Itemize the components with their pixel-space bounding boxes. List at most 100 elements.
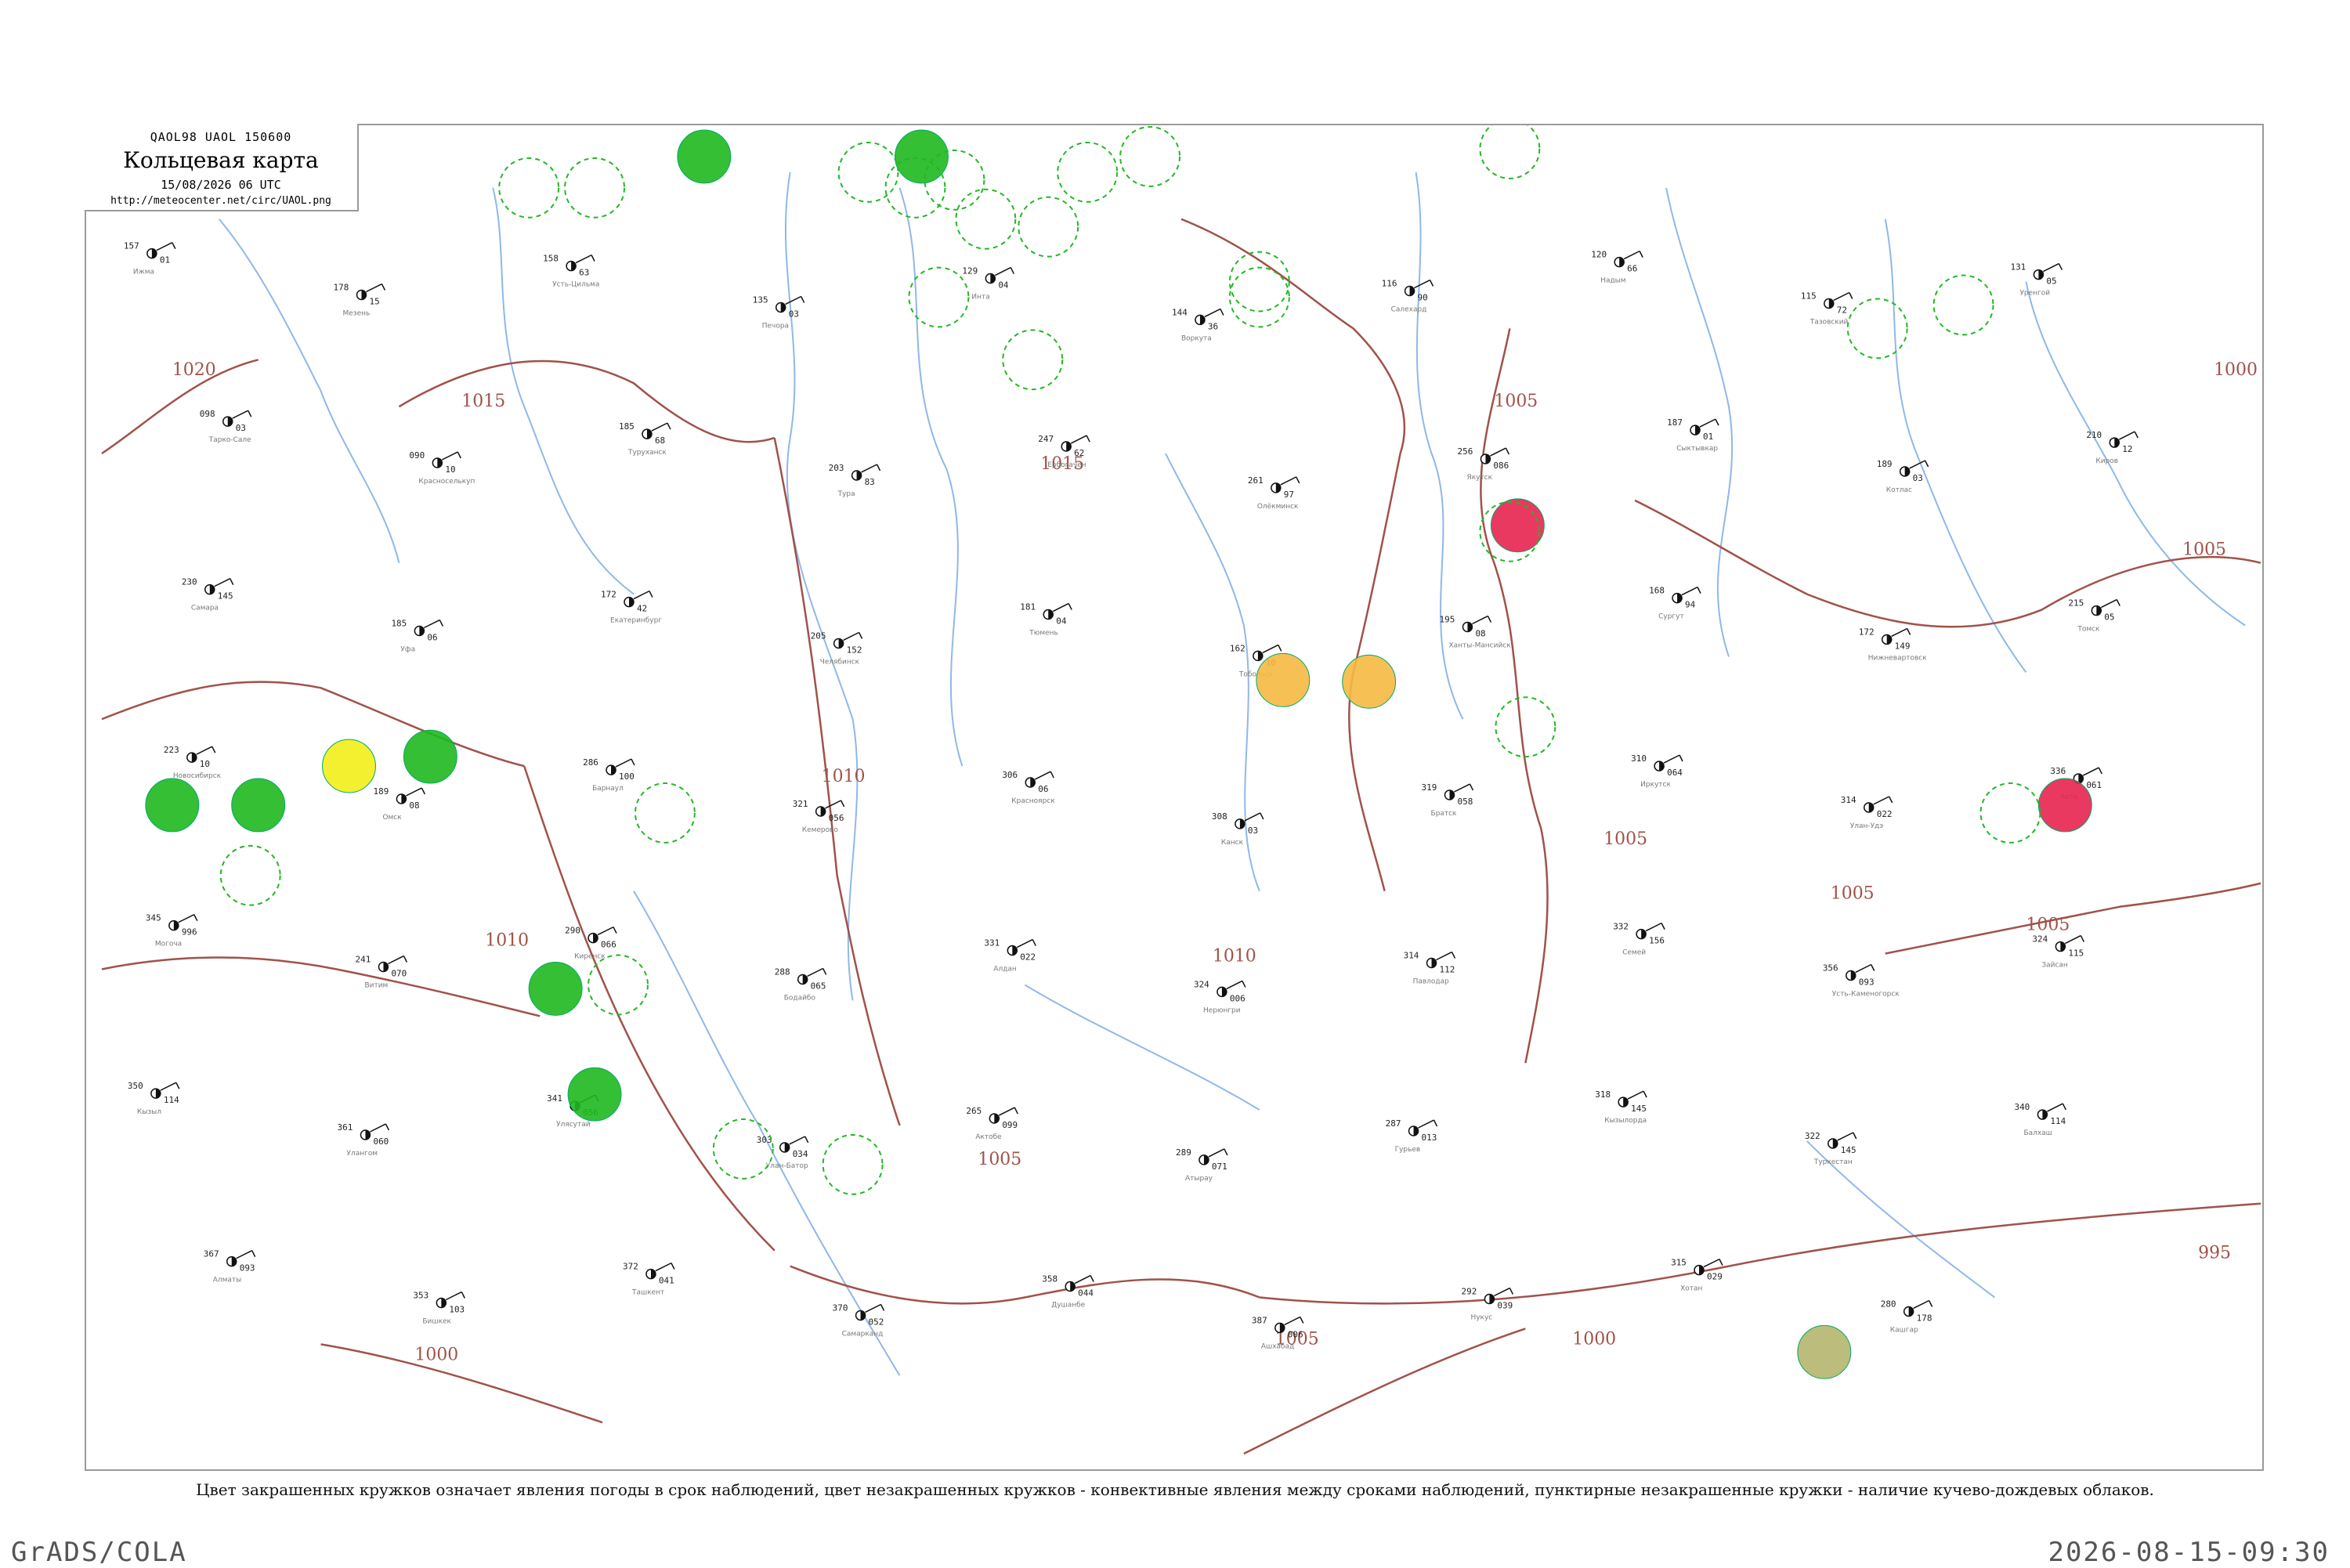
weather-circle[interactable] <box>567 1067 622 1122</box>
station-plot[interactable]: 189 08 Омск <box>373 786 426 822</box>
station-plot[interactable]: 367 093 Алматы <box>204 1249 256 1284</box>
river <box>1415 172 1464 720</box>
station-plot[interactable]: 181 04 Тюмень <box>1020 602 1072 638</box>
station-plot[interactable]: 321 056 Кемерово <box>793 799 845 834</box>
station-plot[interactable]: 144 36 Воркута <box>1172 307 1224 342</box>
weather-circle[interactable] <box>2037 778 2092 833</box>
station-plot[interactable]: 265 099Актобе <box>966 1106 1018 1141</box>
station-plot[interactable]: 308 03 Канск <box>1212 811 1264 847</box>
station-plot[interactable]: 205 152 Челябинск <box>811 630 863 666</box>
weather-circle[interactable] <box>895 129 949 184</box>
weather-circle[interactable] <box>677 129 732 184</box>
station-plot[interactable]: 287 013Гурьев <box>1386 1118 1438 1154</box>
station-plot[interactable]: 135 03Печора <box>753 294 805 330</box>
station-plot[interactable]: 372 041 Ташкент <box>623 1262 675 1297</box>
weather-circle[interactable] <box>1342 654 1397 709</box>
station-plot[interactable]: 172 149 Нижневартовск <box>1859 627 1927 662</box>
weather-circle[interactable] <box>528 962 583 1016</box>
station-plot[interactable]: 098 03 Тарко-Сале <box>200 409 252 444</box>
cb-cloud-circle[interactable] <box>1057 141 1119 203</box>
station-plot[interactable]: 116 90 Салехард <box>1382 279 1434 314</box>
cb-cloud-circle[interactable] <box>1479 125 1541 179</box>
station-plot[interactable]: 345 996Могоча <box>146 913 198 948</box>
source-url[interactable]: http://meteocenter.net/circ/UAOL.png <box>85 195 357 207</box>
station-plot[interactable]: 131 05 Уренгой <box>2010 262 2063 298</box>
station-plot[interactable]: 303034Улан-Батор <box>757 1135 809 1170</box>
station-plot[interactable]: 322 145 Туркестан <box>1805 1131 1857 1166</box>
cb-cloud-circle[interactable] <box>1495 696 1556 758</box>
station-plot[interactable]: 319 058 Братск <box>1422 782 1474 818</box>
cb-cloud-circle[interactable] <box>1119 125 1180 187</box>
station-plot[interactable]: 185 68 Туруханск <box>619 421 671 457</box>
cb-cloud-circle[interactable] <box>634 782 696 844</box>
weather-circle[interactable] <box>1797 1324 1852 1379</box>
tendency-value: 056 <box>829 813 844 823</box>
station-plot[interactable]: 178 15 Мезень <box>334 283 386 318</box>
station-plot[interactable]: 223 10 Новосибирск <box>164 745 222 780</box>
station-plot[interactable]: 306 06 Красноярск <box>1002 770 1055 805</box>
pressure-value: 131 <box>2010 262 2026 273</box>
station-plot[interactable]: 241 070Витим <box>356 955 408 990</box>
cb-cloud-circle[interactable] <box>1002 329 1064 391</box>
station-plot[interactable]: 314 022 Улан-Удэ <box>1841 795 1893 830</box>
station-plot[interactable]: 370 052 Самарканд <box>833 1302 885 1338</box>
station-plot[interactable]: 280 178 Кашгар <box>1881 1299 1933 1334</box>
station-plot[interactable]: 129 04 Инта <box>962 266 1014 302</box>
station-plot[interactable]: 356 093 Усть-Каменогорск <box>1823 963 1900 998</box>
station-plot[interactable]: 290 066 Киренск <box>565 926 617 961</box>
station-plot[interactable]: 115 72 Тазовский <box>1801 291 1853 326</box>
station-plot[interactable]: 314 112 Павлодар <box>1404 951 1456 986</box>
station-plot[interactable]: 331 022Алдан <box>984 938 1036 974</box>
station-plot[interactable]: 195 08 Ханты-Мансийск <box>1440 615 1512 650</box>
cb-cloud-circle[interactable] <box>955 188 1017 250</box>
station-plot[interactable]: 310 064 Иркутск <box>1631 753 1683 789</box>
weather-circle[interactable] <box>145 778 200 833</box>
station-plot[interactable]: 203 83 Тура <box>829 463 881 498</box>
cb-cloud-circle[interactable] <box>1846 298 1908 359</box>
station-plot[interactable]: 261 97 Олёкминск <box>1248 475 1300 511</box>
weather-circle[interactable] <box>231 778 286 833</box>
pressure-value: 356 <box>1823 963 1838 973</box>
station-plot[interactable]: 289 071 Атырау <box>1176 1147 1228 1183</box>
cb-cloud-circle[interactable] <box>219 844 281 906</box>
station-plot[interactable]: 288 065 Бодайбо <box>775 966 827 1002</box>
station-plot[interactable]: 215 05 Томск <box>2068 598 2120 634</box>
station-plot[interactable]: 210 12 Киров <box>2086 430 2138 465</box>
cb-cloud-circle[interactable] <box>564 157 626 219</box>
wind-feather-icon <box>1451 952 1456 959</box>
cb-cloud-circle[interactable] <box>588 954 649 1016</box>
cb-cloud-circle[interactable] <box>908 266 970 328</box>
cb-cloud-circle[interactable] <box>837 141 899 203</box>
wind-barb-icon <box>1454 783 1470 793</box>
cb-cloud-circle[interactable] <box>1932 274 1994 336</box>
cb-cloud-circle[interactable] <box>1018 196 1079 258</box>
cb-cloud-circle[interactable] <box>1979 782 2041 844</box>
station-plot[interactable]: 353 103 Бишкек <box>413 1291 465 1326</box>
weather-circle[interactable] <box>1256 652 1311 707</box>
station-plot[interactable]: 158 63 Усть-Цильма <box>543 254 599 289</box>
station-plot[interactable]: 090 10 Красноселькуп <box>409 450 475 486</box>
river <box>633 891 901 1376</box>
station-plot[interactable]: 172 42 Екатеринбург <box>601 590 662 625</box>
station-plot[interactable]: 324 006 Нерюнгри <box>1194 979 1246 1014</box>
station-plot[interactable]: 332 156Семей <box>1613 922 1665 957</box>
station-plot[interactable]: 318 145 Кызылорда <box>1595 1089 1647 1125</box>
weather-circle[interactable] <box>403 729 457 784</box>
cb-cloud-circle[interactable] <box>498 157 560 219</box>
station-plot[interactable]: 324 115Зайсан <box>2032 934 2084 970</box>
station-plot[interactable]: 168 94Сургут <box>1649 586 1701 621</box>
weather-circle[interactable] <box>322 739 376 793</box>
station-plot[interactable]: 286 100 Барнаул <box>583 757 635 793</box>
station-plot[interactable]: 230 145 Самара <box>182 577 234 612</box>
cb-cloud-circle[interactable] <box>1228 266 1290 328</box>
cb-cloud-circle[interactable] <box>822 1133 884 1195</box>
station-plot[interactable]: 185 06 Уфа <box>391 619 444 654</box>
cb-cloud-circle[interactable] <box>712 1118 774 1180</box>
station-plot[interactable]: 157 01 Ижма <box>124 241 176 276</box>
station-plot[interactable]: 361 060 Улангом <box>338 1122 390 1158</box>
station-plot[interactable]: 120 66Надым <box>1591 250 1643 285</box>
station-plot[interactable]: 340 114 Балхаш <box>2014 1102 2067 1137</box>
station-plot[interactable]: 292 039 Нукус <box>1461 1287 1514 1322</box>
station-plot[interactable]: 350 114Кызыл <box>128 1081 180 1116</box>
station-plot[interactable]: 187 01 Сыктывкар <box>1667 417 1719 453</box>
